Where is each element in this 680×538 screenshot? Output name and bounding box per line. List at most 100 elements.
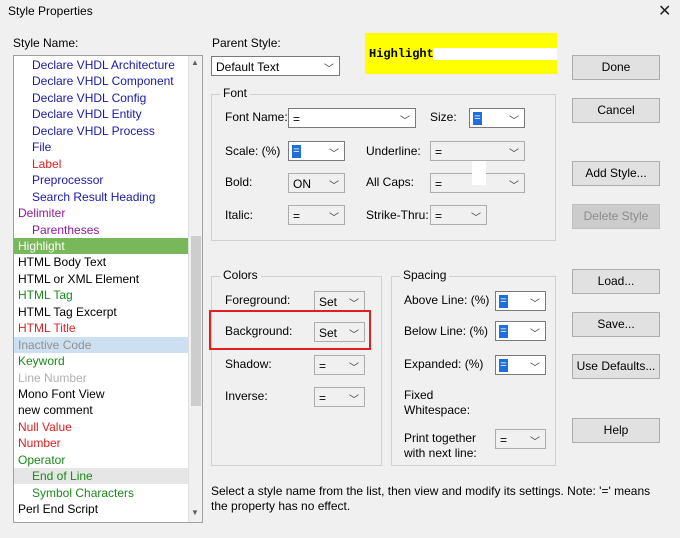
- underline-select[interactable]: = ﹀: [430, 141, 525, 161]
- chevron-down-icon: ﹀: [530, 363, 540, 374]
- scroll-up-icon[interactable]: ▲: [191, 58, 199, 67]
- parent-style-select[interactable]: Default Text ﹀: [211, 56, 340, 76]
- list-item[interactable]: Operator: [14, 452, 188, 468]
- below-line-label: Below Line: (%): [404, 324, 489, 338]
- print-together-label-1: Print together: [404, 431, 477, 445]
- font-name-select[interactable]: = ﹀: [288, 108, 416, 128]
- list-item[interactable]: End of Line: [14, 468, 188, 485]
- list-item[interactable]: Line Number: [14, 370, 188, 386]
- list-item[interactable]: Declare VHDL Entity: [14, 106, 188, 122]
- above-line-value: =: [499, 295, 508, 308]
- style-name-list[interactable]: Declare VHDL Architecture Declare VHDL Co…: [13, 55, 203, 523]
- strike-value: =: [435, 209, 443, 223]
- scroll-down-icon[interactable]: ▼: [191, 508, 199, 517]
- spacing-group-label: Spacing: [400, 268, 450, 282]
- above-line-select[interactable]: = ﹀: [495, 291, 546, 311]
- list-item[interactable]: Declare VHDL Config: [14, 90, 188, 106]
- background-value: Set: [319, 326, 338, 340]
- size-select[interactable]: = ﹀: [469, 108, 525, 128]
- font-group-label: Font: [220, 86, 251, 100]
- chevron-down-icon: ﹀: [329, 213, 339, 224]
- print-together-value: =: [500, 433, 508, 447]
- below-line-select[interactable]: = ﹀: [495, 321, 546, 341]
- shadow-select[interactable]: = ﹀: [314, 355, 365, 375]
- colors-group-label: Colors: [220, 268, 261, 282]
- inverse-label: Inverse:: [225, 389, 268, 403]
- list-item[interactable]: Preprocessor: [14, 172, 188, 188]
- list-item[interactable]: Mono Font View: [14, 386, 188, 402]
- list-item[interactable]: Perl End Script: [14, 501, 188, 517]
- chevron-down-icon: ﹀: [329, 149, 339, 160]
- window-title: Style Properties: [8, 4, 93, 18]
- strike-select[interactable]: = ﹀: [430, 205, 487, 225]
- info-line-2: the property has no effect.: [211, 499, 351, 513]
- chevron-down-icon: ﹀: [349, 299, 359, 310]
- background-label: Background:: [225, 324, 293, 338]
- list-item[interactable]: Null Value: [14, 419, 188, 435]
- font-name-label: Font Name:: [225, 110, 288, 124]
- italic-value: =: [293, 209, 301, 223]
- chevron-down-icon: ﹀: [530, 437, 540, 448]
- chevron-down-icon: ﹀: [509, 149, 519, 160]
- done-button[interactable]: Done: [572, 55, 660, 80]
- list-item[interactable]: Declare VHDL Architecture: [14, 57, 188, 73]
- scrollbar-thumb[interactable]: [191, 236, 201, 406]
- above-line-label: Above Line: (%): [404, 293, 490, 307]
- preview-white-bar: [433, 48, 557, 60]
- list-item[interactable]: HTML Title: [14, 320, 188, 336]
- info-text: Select a style name from the list, then …: [211, 484, 671, 514]
- scale-select[interactable]: = ﹀: [288, 141, 345, 161]
- use-defaults-button[interactable]: Use Defaults...: [572, 354, 660, 379]
- help-button[interactable]: Help: [572, 418, 660, 443]
- bold-select[interactable]: ON ﹀: [288, 173, 345, 193]
- style-name-label: Style Name:: [13, 36, 79, 50]
- expanded-value: =: [499, 359, 508, 372]
- delete-style-button[interactable]: Delete Style: [572, 204, 660, 229]
- list-item[interactable]: Parentheses: [14, 222, 188, 238]
- list-item[interactable]: new comment: [14, 402, 188, 418]
- allcaps-label: All Caps:: [366, 175, 415, 189]
- chevron-down-icon: ﹀: [509, 181, 519, 192]
- strike-label: Strike-Thru:: [366, 208, 429, 222]
- italic-select[interactable]: = ﹀: [288, 205, 345, 225]
- scale-label: Scale: (%): [225, 144, 281, 158]
- inverse-select[interactable]: = ﹀: [314, 387, 365, 407]
- size-label: Size:: [430, 110, 457, 124]
- list-item[interactable]: Declare VHDL Component: [14, 73, 188, 89]
- foreground-select[interactable]: Set ﹀: [314, 291, 365, 311]
- list-item[interactable]: Highlight: [14, 237, 188, 254]
- chevron-down-icon: ﹀: [329, 181, 339, 192]
- fixed-whitespace-label-2: Whitespace:: [404, 403, 471, 417]
- list-item[interactable]: HTML Tag: [14, 287, 188, 303]
- list-item[interactable]: Inactive Code: [14, 336, 188, 353]
- chevron-down-icon: ﹀: [324, 64, 334, 75]
- cancel-button[interactable]: Cancel: [572, 98, 660, 123]
- list-item[interactable]: Search Result Heading: [14, 189, 188, 205]
- list-item[interactable]: Declare VHDL Process: [14, 123, 188, 139]
- list-item[interactable]: HTML Tag Excerpt: [14, 304, 188, 320]
- load-button[interactable]: Load...: [572, 269, 660, 294]
- list-item[interactable]: Symbol Characters: [14, 485, 188, 501]
- foreground-label: Foreground:: [225, 293, 291, 307]
- font-name-value: =: [293, 112, 301, 126]
- tooltip-artifact: [472, 161, 486, 185]
- style-preview: Highlight: [365, 33, 557, 74]
- list-item[interactable]: Number: [14, 435, 188, 451]
- save-button[interactable]: Save...: [572, 312, 660, 337]
- list-item[interactable]: File: [14, 139, 188, 155]
- add-style-button[interactable]: Add Style...: [572, 161, 660, 186]
- list-item[interactable]: HTML or XML Element: [14, 271, 188, 287]
- background-select[interactable]: Set ﹀: [314, 322, 365, 342]
- expanded-select[interactable]: = ﹀: [495, 355, 546, 375]
- fixed-whitespace-label-1: Fixed: [404, 388, 434, 402]
- list-item[interactable]: Label: [14, 156, 188, 172]
- italic-label: Italic:: [225, 208, 254, 222]
- underline-label: Underline:: [366, 144, 421, 158]
- print-together-select[interactable]: = ﹀: [495, 429, 546, 449]
- list-item[interactable]: HTML Body Text: [14, 254, 188, 270]
- chevron-down-icon: ﹀: [349, 330, 359, 341]
- list-item[interactable]: Delimiter: [14, 205, 188, 221]
- close-icon[interactable]: ✕: [658, 1, 671, 21]
- list-scrollbar[interactable]: ▲ ▼: [188, 56, 202, 522]
- list-item[interactable]: Keyword: [14, 353, 188, 369]
